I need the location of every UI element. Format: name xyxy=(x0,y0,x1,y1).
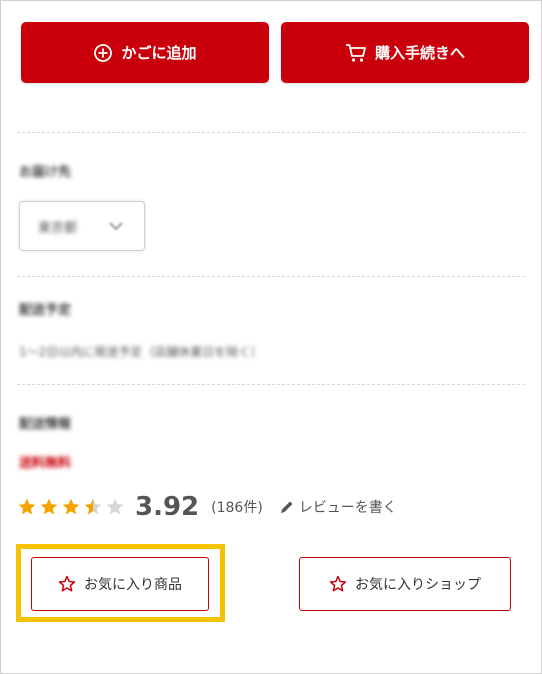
delivery-destination-value: 東京都 xyxy=(38,220,78,236)
favorite-shop-button[interactable]: お気に入りショップ xyxy=(299,557,511,611)
rating-stars xyxy=(17,497,125,517)
star-outline-icon xyxy=(58,575,76,592)
divider xyxy=(17,132,525,133)
pencil-icon xyxy=(280,501,293,513)
rating-value: 3.92 xyxy=(135,492,200,522)
add-to-cart-button[interactable]: かごに追加 xyxy=(21,22,269,83)
write-review-label: レビューを書く xyxy=(298,500,397,516)
divider xyxy=(17,384,525,385)
chevron-down-icon xyxy=(109,222,123,231)
star-empty-icon xyxy=(106,498,124,515)
delivery-destination-label: お届け先 xyxy=(19,165,72,180)
favorite-item-label: お気に入り商品 xyxy=(84,577,182,593)
shipping-info-label: 配送情報 xyxy=(19,417,72,432)
delivery-schedule-text: 1〜2日以内に発送予定（店舗休業日を除く） xyxy=(19,345,263,359)
star-outline-icon xyxy=(329,575,347,592)
free-shipping-text: 送料無料 xyxy=(19,456,72,471)
add-to-cart-label: かごに追加 xyxy=(121,44,197,62)
product-purchase-panel: かごに追加 購入手続きへ お届け先 東京都 配送予定 1〜2日以内に発送予定（店… xyxy=(0,0,542,674)
star-half-icon xyxy=(84,498,102,515)
star-full-icon xyxy=(40,498,58,515)
divider xyxy=(17,276,525,277)
favorite-item-button[interactable]: お気に入り商品 xyxy=(31,557,209,611)
delivery-destination-select[interactable]: 東京都 xyxy=(19,201,145,251)
review-count[interactable]: (186件) xyxy=(211,497,263,517)
checkout-button[interactable]: 購入手続きへ xyxy=(281,22,529,83)
delivery-schedule-label: 配送予定 xyxy=(19,303,72,318)
checkout-label: 購入手続きへ xyxy=(374,44,465,62)
star-full-icon xyxy=(18,498,36,515)
star-full-icon xyxy=(62,498,80,515)
write-review-link[interactable]: レビューを書く xyxy=(279,497,397,517)
plus-circle-icon xyxy=(94,43,113,62)
favorite-shop-label: お気に入りショップ xyxy=(355,577,481,593)
cart-icon xyxy=(345,43,366,62)
rating-row: 3.92 (186件) レビューを書く xyxy=(17,487,397,527)
